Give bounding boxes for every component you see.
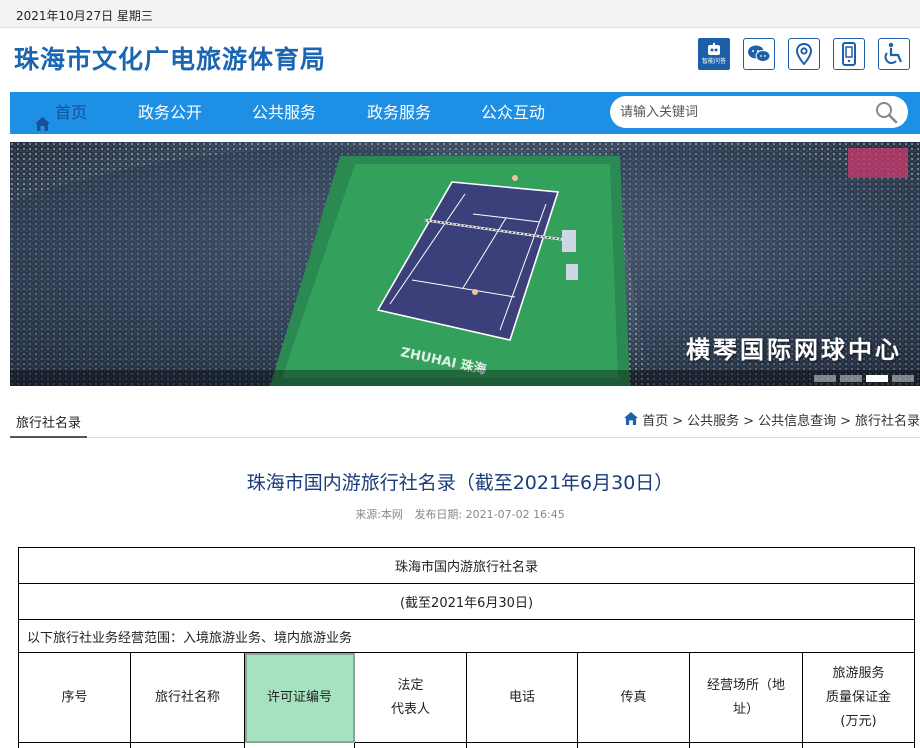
- section-tab[interactable]: 旅行社名录: [10, 412, 88, 438]
- header-cell-deposit: 旅游服务质量保证金 (万元): [801, 652, 916, 743]
- table-subtitle-row: (截至2021年6月30日): [17, 583, 916, 620]
- table-scope-row: 以下旅行社业务经营范围：入境旅游业务、境内旅游业务: [17, 619, 916, 653]
- header-text: 址）: [732, 701, 759, 717]
- nav-item-gov-affairs[interactable]: 政务公开: [138, 92, 202, 134]
- site-title[interactable]: 珠海市文化广电旅游体育局: [14, 40, 326, 76]
- nav-item-public-interaction[interactable]: 公众互动: [481, 92, 545, 134]
- header-icon-group: 智能问答: [698, 38, 910, 70]
- table-title: 珠海市国内游旅行社名录: [17, 547, 916, 584]
- breadcrumb-separator: >: [672, 414, 684, 429]
- current-date: 2021年10月27日 星期三: [16, 9, 153, 23]
- header-cell-legal-rep: 法定 代表人: [354, 652, 467, 743]
- home-icon: [624, 412, 639, 432]
- header-text: 质量保证金: [826, 689, 892, 705]
- wechat-icon[interactable]: [743, 38, 775, 70]
- breadcrumb-public-service[interactable]: 公共服务: [687, 412, 739, 432]
- header-cell-index: 序号: [18, 652, 131, 743]
- table-cell: [244, 742, 355, 748]
- location-icon[interactable]: [788, 38, 820, 70]
- top-date-bar: 2021年10月27日 星期三: [0, 0, 920, 28]
- header-cell-license-no[interactable]: 许可证编号: [244, 652, 355, 743]
- slide-indicators: [814, 375, 914, 382]
- search-button[interactable]: [872, 99, 900, 125]
- table-cell: [18, 742, 131, 748]
- banner-caption: 横琴国际网球中心: [686, 336, 902, 364]
- slide-dot-4[interactable]: [892, 375, 914, 382]
- header-text: 序号: [61, 689, 88, 705]
- table-scope: 以下旅行社业务经营范围：入境旅游业务、境内旅游业务: [17, 619, 916, 653]
- article-publish-date: 发布日期: 2021-07-02 16:45: [414, 508, 565, 521]
- table-cell: [354, 742, 467, 748]
- table-cell: [801, 742, 916, 748]
- header-cell-phone: 电话: [466, 652, 578, 743]
- header-text: 旅行社名称: [154, 689, 220, 705]
- breadcrumb-public-info[interactable]: 公共信息查询: [758, 412, 836, 432]
- header-cell-agency-name: 旅行社名称: [130, 652, 245, 743]
- header-cell-address: 经营场所（地 址）: [689, 652, 803, 743]
- header-text: 旅游服务: [832, 665, 885, 681]
- nav-item-public-service[interactable]: 公共服务: [252, 92, 316, 134]
- breadcrumb-current[interactable]: 旅行社名录: [855, 412, 920, 432]
- table-subtitle: (截至2021年6月30日): [17, 583, 916, 620]
- search-input[interactable]: [620, 102, 860, 122]
- banner-strip: [10, 370, 920, 386]
- slide-dot-3-active[interactable]: [866, 375, 888, 382]
- table-cell: [130, 742, 245, 748]
- banner-image[interactable]: ZHUHAI 珠海 横琴国际网球中心: [10, 142, 920, 386]
- article-title: 珠海市国内游旅行社名录（截至2021年6月30日）: [246, 472, 674, 494]
- table-header-row: 序号 旅行社名称 许可证编号 法定代表人 电话 传真 经营场所（地 址） 旅游服务…: [18, 652, 916, 743]
- table-cell: [577, 742, 690, 748]
- article-source: 来源:本网: [355, 508, 403, 521]
- header-text: (万元): [840, 713, 877, 729]
- header-text: 传真: [620, 689, 647, 705]
- article-meta: 来源:本网 发布日期: 2021-07-02 16:45: [0, 506, 920, 522]
- accessibility-icon[interactable]: [878, 38, 910, 70]
- slide-dot-2[interactable]: [840, 375, 862, 382]
- breadcrumb-separator: >: [840, 414, 851, 429]
- home-icon: [35, 105, 50, 147]
- nav-item-gov-service[interactable]: 政务服务: [367, 92, 431, 134]
- nav-item-home[interactable]: 首页: [35, 92, 88, 134]
- header-text: 代表人: [390, 701, 430, 717]
- robot-icon[interactable]: 智能问答: [698, 38, 730, 70]
- header-text: 经营场所（地: [706, 677, 785, 693]
- breadcrumb: 首页 > 公共服务 > 公共信息查询 > 旅行社名录: [624, 412, 920, 432]
- table-title-row: 珠海市国内游旅行社名录: [17, 547, 916, 584]
- breadcrumb-home[interactable]: 首页: [642, 412, 668, 432]
- section-bar: 旅行社名录 首页 > 公共服务 > 公共信息查询 > 旅行社名录: [10, 412, 920, 438]
- header-text: 法定: [397, 677, 424, 693]
- mobile-icon[interactable]: [833, 38, 865, 70]
- slide-dot-1[interactable]: [814, 375, 836, 382]
- header-text: 电话: [508, 689, 535, 705]
- search-icon: [876, 102, 898, 124]
- header-cell-fax: 传真: [577, 652, 690, 743]
- table-cell: [689, 742, 803, 748]
- main-nav-bar: 首页 政务公开 公共服务 政务服务 公众互动: [10, 92, 920, 134]
- table-cell: [466, 742, 578, 748]
- header-text: 许可证编号: [266, 689, 332, 705]
- robot-icon-label: 智能问答: [701, 58, 726, 65]
- agency-table: 珠海市国内游旅行社名录 (截至2021年6月30日) 以下旅行社业务经营范围：入…: [17, 547, 916, 748]
- table-row: [18, 742, 916, 748]
- breadcrumb-separator: >: [743, 414, 755, 429]
- search-box: [610, 96, 908, 128]
- nav-item-home-label: 首页: [55, 103, 88, 122]
